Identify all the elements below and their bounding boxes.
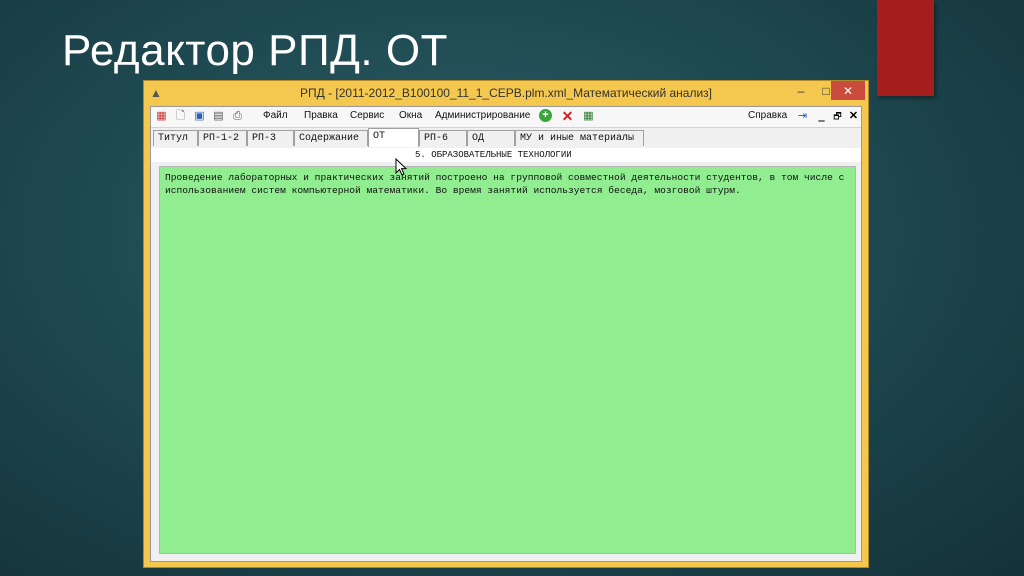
menu-windows[interactable]: Окна: [399, 110, 422, 121]
doc-app-icon[interactable]: ▦: [155, 110, 168, 123]
tab-rp-1-2[interactable]: РП-1-2: [198, 130, 247, 146]
slide-title: Редактор РПД. ОТ: [62, 26, 448, 75]
mdi-close-button[interactable]: ✕: [847, 110, 860, 123]
menu-edit[interactable]: Правка: [304, 110, 338, 121]
window-titlebar[interactable]: ▲ РПД - [2011-2012_В100100_11_1_СЕРВ.plm…: [144, 81, 868, 105]
window-title: РПД - [2011-2012_В100100_11_1_СЕРВ.plm.x…: [299, 86, 712, 100]
mdi-minimize-button[interactable]: ‗: [815, 110, 828, 123]
app-window: ▲ РПД - [2011-2012_В100100_11_1_СЕРВ.plm…: [143, 80, 869, 568]
menu-file[interactable]: Файл: [263, 110, 288, 121]
tab-ot[interactable]: ОТ: [368, 128, 419, 147]
mdi-restore-button[interactable]: 🗗: [831, 110, 844, 123]
tab-od[interactable]: ОД: [467, 130, 515, 146]
add-icon[interactable]: +: [539, 109, 552, 122]
minimize-button[interactable]: –: [788, 81, 814, 101]
delete-icon[interactable]: ✕: [561, 109, 574, 123]
tab-contents[interactable]: Содержание: [294, 130, 368, 146]
document-frame: ▦ 🗋 ▣ ▤ ⎙ Файл Правка Сервис Окна Админи…: [150, 106, 862, 562]
tab-mu-materials[interactable]: МУ и иные материалы: [515, 130, 644, 146]
toolbar: ▦ 🗋 ▣ ▤ ⎙ Файл Правка Сервис Окна Админи…: [151, 107, 861, 128]
red-accent-block: [877, 0, 934, 96]
mouse-cursor-icon: [395, 158, 408, 176]
section-header: 5. ОБРАЗОВАТЕЛЬНЫЕ ТЕХНОЛОГИИ: [151, 148, 861, 162]
tab-rp-6[interactable]: РП-6: [419, 130, 467, 146]
close-button[interactable]: ✕: [831, 81, 865, 100]
menu-service[interactable]: Сервис: [350, 110, 384, 121]
tab-rp-3[interactable]: РП-3: [247, 130, 294, 146]
tab-strip: Титул РП-1-2 РП-3 Содержание ОТ РП-6 ОД …: [151, 128, 861, 148]
save-icon[interactable]: ▣: [193, 110, 206, 123]
exit-icon[interactable]: ⇥: [796, 110, 809, 123]
section-title: 5. ОБРАЗОВАТЕЛЬНЫЕ ТЕХНОЛОГИИ: [415, 150, 572, 160]
menu-help[interactable]: Справка: [748, 110, 787, 121]
table-icon[interactable]: ▦: [582, 110, 595, 123]
preview-icon[interactable]: ▤: [212, 110, 225, 123]
new-file-icon[interactable]: 🗋: [174, 110, 187, 123]
menu-administration[interactable]: Администрирование: [435, 110, 530, 121]
print-icon[interactable]: ⎙: [231, 110, 244, 123]
editor-textarea[interactable]: Проведение лабораторных и практических з…: [159, 166, 856, 554]
tab-title[interactable]: Титул: [153, 130, 198, 146]
